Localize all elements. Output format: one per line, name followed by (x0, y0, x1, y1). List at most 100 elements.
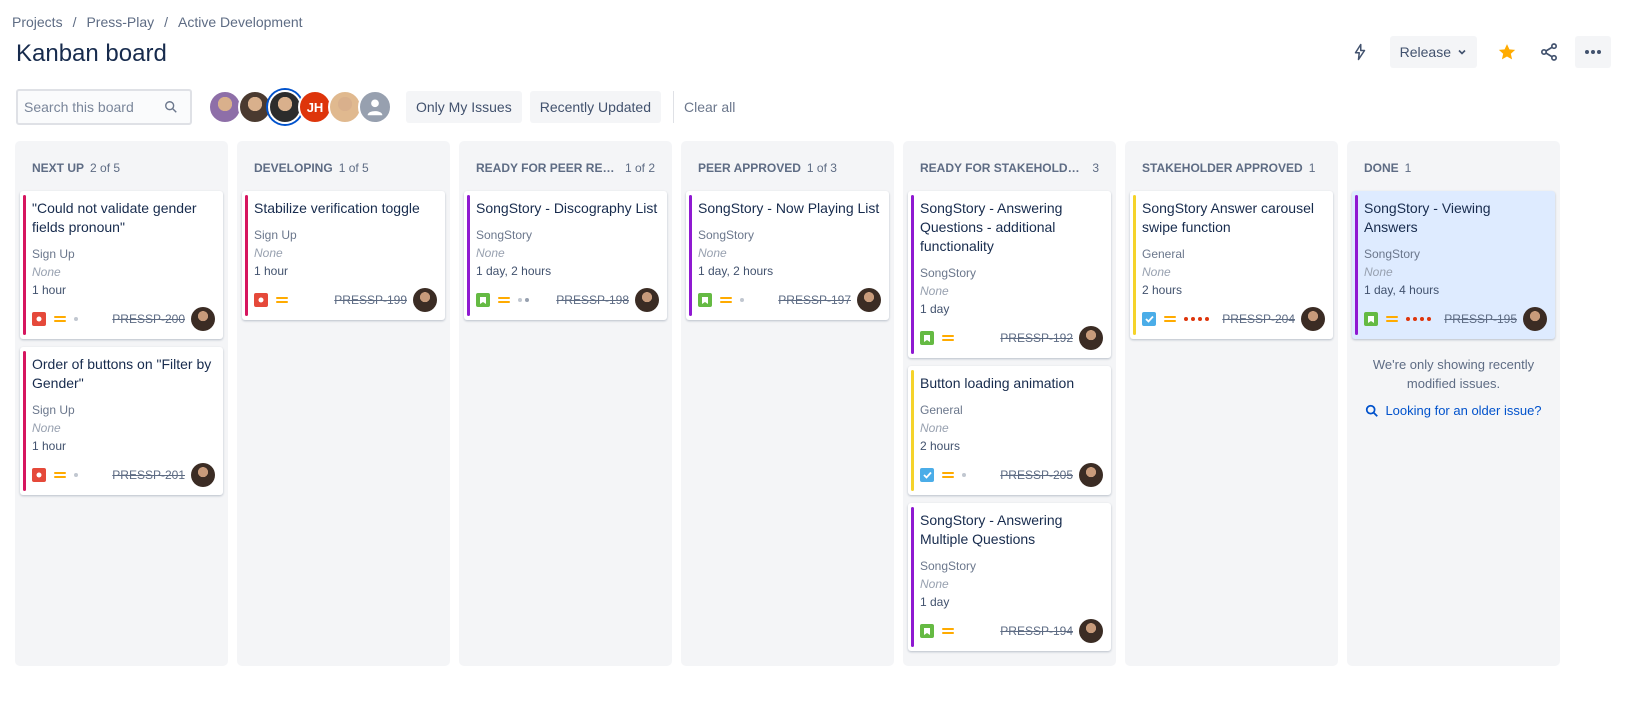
page-title: Kanban board (16, 40, 167, 67)
share-icon (1541, 43, 1557, 61)
user-avatar-1[interactable] (208, 90, 242, 124)
assignee-avatar[interactable] (191, 463, 215, 487)
user-avatar-jh[interactable]: JH (298, 90, 332, 124)
assignee-avatar[interactable] (635, 288, 659, 312)
assignee-avatar[interactable] (1523, 307, 1547, 331)
user-avatar-3[interactable] (268, 90, 302, 124)
issue-key[interactable]: PRESSP-195 (1444, 312, 1517, 326)
issue-summary: Order of buttons on "Filter by Gender" (32, 356, 212, 391)
search-input[interactable] (24, 99, 164, 115)
board-column: DEVELOPING 1 of 5 Stabilize verification t… (237, 141, 450, 666)
breadcrumb-board[interactable]: Active Development (178, 14, 303, 30)
user-avatar-unassigned[interactable] (358, 90, 392, 124)
estimate-dot (1427, 317, 1431, 321)
older-issue-link[interactable]: Looking for an older issue? (1352, 403, 1555, 418)
assignee-avatar[interactable] (191, 307, 215, 331)
story-icon (1364, 312, 1378, 326)
card-footer: PRESSP-204 (1142, 307, 1325, 331)
issue-key[interactable]: PRESSP-192 (1000, 331, 1073, 345)
epic-color-stripe (23, 195, 26, 335)
estimate-dots (518, 298, 529, 302)
assignee-avatar[interactable] (1301, 307, 1325, 331)
release-button[interactable]: Release (1389, 36, 1477, 68)
issue-card[interactable]: Button loading animation General None 2 hou… (908, 366, 1111, 495)
issue-card[interactable]: Order of buttons on "Filter by Gender" Si… (20, 347, 223, 495)
priority-medium-icon (498, 295, 510, 305)
card-footer: PRESSP-194 (920, 619, 1103, 643)
priority-medium-icon (942, 470, 954, 480)
story-icon (920, 331, 934, 345)
estimate-dot (1406, 317, 1410, 321)
card-footer: PRESSP-201 (32, 463, 215, 487)
board-column: NEXT UP 2 of 5 "Could not validate gender … (15, 141, 228, 666)
column-name: READY FOR PEER REVIEW (476, 161, 619, 175)
issue-fix-version: None (476, 246, 505, 260)
bug-icon (254, 293, 268, 307)
issue-key[interactable]: PRESSP-200 (112, 312, 185, 326)
issue-key[interactable]: PRESSP-201 (112, 468, 185, 482)
kanban-board: NEXT UP 2 of 5 "Could not validate gender … (15, 141, 1560, 666)
recently-updated-button[interactable]: Recently Updated (529, 91, 661, 123)
estimate-dot (962, 473, 966, 477)
estimate-dot (525, 298, 529, 302)
bug-icon (32, 468, 46, 482)
issue-key[interactable]: PRESSP-197 (778, 293, 851, 307)
story-icon (698, 293, 712, 307)
issue-key[interactable]: PRESSP-199 (334, 293, 407, 307)
issue-card[interactable]: SongStory - Answering Multiple Questions… (908, 503, 1111, 651)
assignee-avatar[interactable] (1079, 463, 1103, 487)
issue-card[interactable]: "Could not validate gender fields pronou… (20, 191, 223, 339)
issue-card[interactable]: SongStory - Now Playing List SongStory Non… (686, 191, 889, 320)
search-icon (1366, 404, 1379, 417)
estimate-dot (74, 473, 78, 477)
issue-time-estimate: 1 hour (32, 439, 67, 453)
estimate-dot (74, 317, 78, 321)
user-avatar-5[interactable] (328, 90, 362, 124)
issue-key[interactable]: PRESSP-205 (1000, 468, 1073, 482)
column-header: READY FOR PEER REVIEW 1 of 2 (464, 141, 667, 191)
estimate-dots (1184, 317, 1209, 321)
share-button[interactable] (1533, 36, 1565, 68)
assignee-avatar[interactable] (1079, 326, 1103, 350)
issue-card[interactable]: Stabilize verification toggle Sign Up None… (242, 191, 445, 320)
issue-card[interactable]: SongStory Answer carousel swipe function… (1130, 191, 1333, 339)
issue-fix-version: None (920, 577, 949, 591)
epic-color-stripe (1133, 195, 1136, 335)
column-count: 1 of 2 (624, 161, 655, 175)
issue-key[interactable]: PRESSP-194 (1000, 624, 1073, 638)
assignee-avatar[interactable] (1079, 619, 1103, 643)
breadcrumb-project[interactable]: Press-Play (86, 14, 154, 30)
person-icon (367, 99, 383, 116)
user-avatar-2[interactable] (238, 90, 272, 124)
issue-key[interactable]: PRESSP-204 (1222, 312, 1295, 326)
assignee-avatar[interactable] (413, 288, 437, 312)
estimate-dot (1191, 317, 1195, 321)
automation-button[interactable] (1344, 36, 1376, 68)
estimate-dots (74, 473, 78, 477)
column-header: DEVELOPING 1 of 5 (242, 141, 445, 191)
issue-card[interactable]: SongStory - Answering Questions - additi… (908, 191, 1111, 358)
column-count: 3 (1092, 161, 1099, 175)
issue-key[interactable]: PRESSP-198 (556, 293, 629, 307)
card-footer: PRESSP-198 (476, 288, 659, 312)
issue-epic: Sign Up (32, 247, 75, 261)
issue-fix-version: None (254, 246, 283, 260)
priority-medium-icon (276, 295, 288, 305)
assignee-avatar[interactable] (857, 288, 881, 312)
star-icon (1498, 44, 1516, 60)
column-name: DONE (1364, 161, 1399, 175)
breadcrumb-projects[interactable]: Projects (12, 14, 63, 30)
card-footer: PRESSP-200 (32, 307, 215, 331)
more-actions-button[interactable] (1575, 36, 1611, 68)
only-my-issues-button[interactable]: Only My Issues (406, 91, 522, 123)
estimate-dots (74, 317, 78, 321)
assignee-filter: JH (208, 90, 392, 124)
issue-card[interactable]: SongStory - Discography List SongStory Non… (464, 191, 667, 320)
issue-time-estimate: 1 day (920, 302, 950, 316)
issue-card[interactable]: SongStory - Viewing Answers SongStory None… (1352, 191, 1555, 339)
epic-color-stripe (911, 507, 914, 647)
clear-all-button[interactable]: Clear all (684, 99, 735, 115)
release-label: Release (1399, 44, 1451, 60)
estimate-dot (1413, 317, 1417, 321)
star-button[interactable] (1491, 36, 1523, 68)
